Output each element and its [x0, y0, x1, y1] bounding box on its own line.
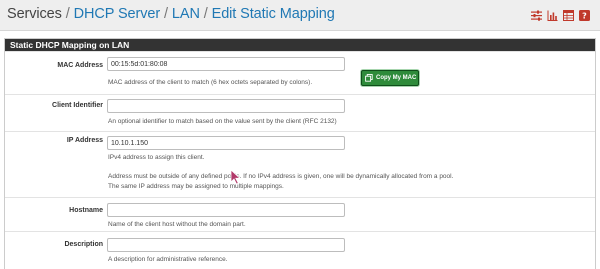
- mac-address-label: MAC Address: [57, 62, 103, 69]
- client-identifier-row: Client Identifier An optional identifier…: [5, 94, 595, 134]
- mac-address-help: MAC address of the client to match (6 he…: [108, 79, 313, 86]
- hostname-input[interactable]: [107, 203, 345, 217]
- hostname-help: Name of the client host without the doma…: [108, 221, 246, 228]
- copy-icon: [365, 74, 373, 82]
- breadcrumb-separator: /: [65, 6, 70, 22]
- description-input[interactable]: [107, 238, 345, 252]
- client-identifier-label: Client Identifier: [52, 102, 103, 109]
- copy-my-mac-label: Copy My MAC: [376, 75, 417, 81]
- ip-address-multiple-help: The same IP address may be assigned to m…: [108, 183, 284, 190]
- breadcrumb-dhcp-server-link[interactable]: DHCP Server: [74, 6, 161, 22]
- breadcrumb-separator: /: [164, 6, 168, 22]
- breadcrumb-lan-link[interactable]: LAN: [172, 6, 200, 22]
- breadcrumb-services: Services: [7, 6, 62, 22]
- panel-title: Static DHCP Mapping on LAN: [5, 39, 595, 51]
- breadcrumb-bar: Services / DHCP Server / LAN / Edit Stat…: [0, 0, 600, 31]
- mac-address-input[interactable]: [107, 57, 345, 71]
- svg-text:?: ?: [582, 12, 587, 21]
- ip-address-help: IPv4 address to assign this client.: [108, 154, 205, 161]
- ip-address-row: IP Address IPv4 address to assign this c…: [5, 131, 595, 199]
- copy-my-mac-button[interactable]: Copy My MAC: [361, 70, 419, 86]
- settings-sliders-icon[interactable]: [531, 10, 542, 21]
- hostname-label: Hostname: [69, 207, 103, 214]
- mac-address-row: MAC Address Copy My MAC MAC address of t…: [5, 51, 595, 98]
- help-icon[interactable]: ?: [579, 10, 590, 21]
- static-mapping-panel: Static DHCP Mapping on LAN MAC Address C…: [4, 38, 596, 269]
- ip-address-pool-help: Address must be outside of any defined p…: [108, 173, 454, 180]
- description-row: Description A description for administra…: [5, 231, 595, 269]
- description-help: A description for administrative referen…: [108, 256, 228, 263]
- hostname-row: Hostname Name of the client host without…: [5, 197, 595, 234]
- breadcrumb-edit-static-mapping-link[interactable]: Edit Static Mapping: [212, 6, 335, 22]
- client-identifier-help: An optional identifier to match based on…: [108, 118, 337, 125]
- toolbar-icons: ?: [531, 10, 590, 21]
- bar-chart-icon[interactable]: [547, 10, 558, 21]
- description-label: Description: [64, 241, 103, 248]
- mouse-cursor-icon: [230, 169, 241, 185]
- breadcrumb: Services / DHCP Server / LAN / Edit Stat…: [7, 6, 335, 22]
- table-icon[interactable]: [563, 10, 574, 21]
- breadcrumb-separator: /: [203, 6, 208, 22]
- ip-address-label: IP Address: [66, 137, 103, 144]
- ip-address-input[interactable]: [107, 136, 345, 150]
- client-identifier-input[interactable]: [107, 99, 345, 113]
